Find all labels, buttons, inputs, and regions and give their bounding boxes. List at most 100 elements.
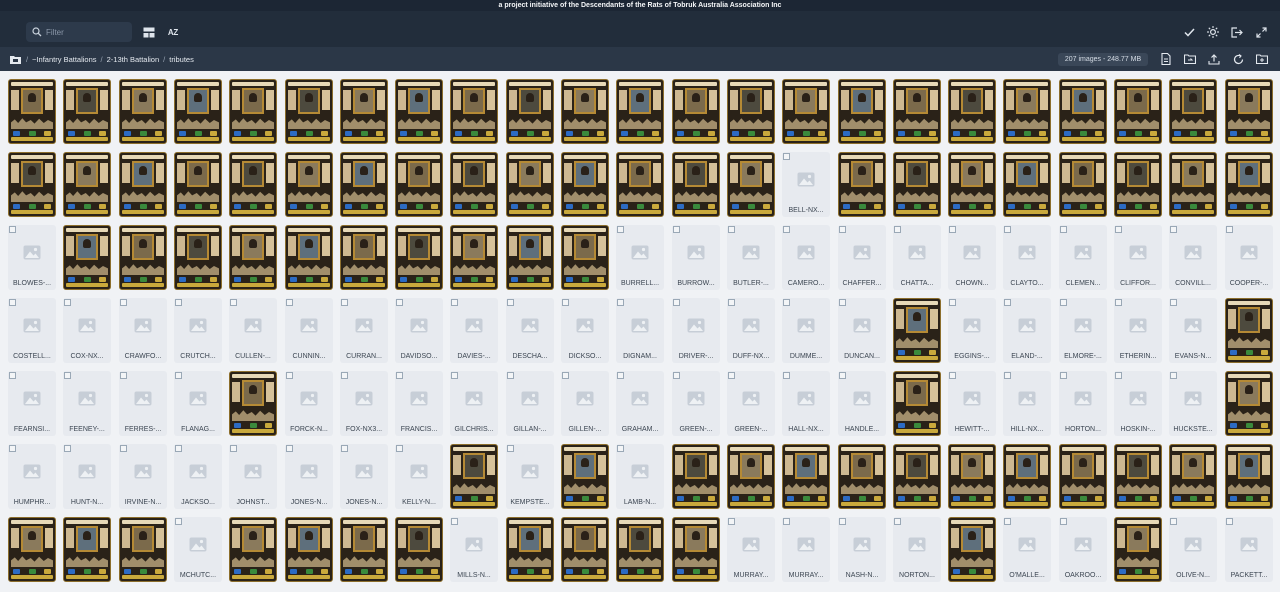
image-placeholder[interactable]: ELMORE-... xyxy=(1059,298,1107,363)
image-placeholder[interactable]: EVANS-N... xyxy=(1169,298,1217,363)
tribute-thumbnail[interactable] xyxy=(506,79,554,144)
image-placeholder[interactable]: CLIFFOR... xyxy=(1114,225,1162,290)
logout-button[interactable] xyxy=(1229,24,1245,40)
tribute-thumbnail[interactable] xyxy=(948,517,996,582)
image-placeholder[interactable]: FEENEY-... xyxy=(63,371,111,436)
tribute-thumbnail[interactable] xyxy=(119,225,167,290)
tribute-thumbnail[interactable] xyxy=(63,517,111,582)
tribute-thumbnail[interactable] xyxy=(893,444,941,509)
tribute-thumbnail[interactable] xyxy=(63,79,111,144)
image-placeholder[interactable]: HUMPHR... xyxy=(8,444,56,509)
image-placeholder[interactable]: MURRAY... xyxy=(782,517,830,582)
tribute-thumbnail[interactable] xyxy=(285,79,333,144)
image-placeholder[interactable]: FRANCIS... xyxy=(395,371,443,436)
tribute-thumbnail[interactable] xyxy=(1114,79,1162,144)
tribute-thumbnail[interactable] xyxy=(672,152,720,217)
tribute-thumbnail[interactable] xyxy=(1059,444,1107,509)
filter-input[interactable] xyxy=(46,22,130,42)
tribute-thumbnail[interactable] xyxy=(893,152,941,217)
tribute-thumbnail[interactable] xyxy=(506,517,554,582)
tribute-thumbnail[interactable] xyxy=(119,152,167,217)
tribute-thumbnail[interactable] xyxy=(893,79,941,144)
image-placeholder[interactable]: HEWITT-... xyxy=(948,371,996,436)
tribute-thumbnail[interactable] xyxy=(1003,152,1051,217)
sort-az-button[interactable]: AZ xyxy=(165,24,181,40)
image-placeholder[interactable]: MILLS-N... xyxy=(450,517,498,582)
breadcrumb-tributes[interactable]: tributes xyxy=(169,55,194,64)
image-placeholder[interactable]: JONES-N... xyxy=(285,444,333,509)
tribute-thumbnail[interactable] xyxy=(340,79,388,144)
image-placeholder[interactable]: COOPER-... xyxy=(1225,225,1273,290)
image-placeholder[interactable]: CHOWN... xyxy=(948,225,996,290)
tribute-thumbnail[interactable] xyxy=(727,79,775,144)
image-placeholder[interactable]: HUCKSTE... xyxy=(1169,371,1217,436)
tribute-thumbnail[interactable] xyxy=(1225,79,1273,144)
tribute-thumbnail[interactable] xyxy=(174,79,222,144)
tribute-thumbnail[interactable] xyxy=(8,79,56,144)
tribute-thumbnail[interactable] xyxy=(616,152,664,217)
breadcrumb-2-13th-battalion[interactable]: 2-13th Battalion xyxy=(107,55,160,64)
image-placeholder[interactable]: CUNNIN... xyxy=(285,298,333,363)
image-placeholder[interactable]: GREEN-... xyxy=(672,371,720,436)
image-placeholder[interactable]: FORCK-N... xyxy=(285,371,333,436)
tribute-thumbnail[interactable] xyxy=(838,79,886,144)
image-placeholder[interactable]: CLEMEN... xyxy=(1059,225,1107,290)
tribute-thumbnail[interactable] xyxy=(450,444,498,509)
tribute-thumbnail[interactable] xyxy=(119,517,167,582)
tribute-thumbnail[interactable] xyxy=(285,517,333,582)
image-placeholder[interactable]: IRVINE-N... xyxy=(119,444,167,509)
tribute-thumbnail[interactable] xyxy=(1059,79,1107,144)
tribute-thumbnail[interactable] xyxy=(561,444,609,509)
tribute-thumbnail[interactable] xyxy=(1003,79,1051,144)
image-placeholder[interactable]: MCHUTC... xyxy=(174,517,222,582)
image-placeholder[interactable]: CHATTA... xyxy=(893,225,941,290)
tribute-thumbnail[interactable] xyxy=(395,79,443,144)
layout-button[interactable] xyxy=(141,24,157,40)
image-placeholder[interactable]: DUMME... xyxy=(782,298,830,363)
image-placeholder[interactable]: EGGINS-... xyxy=(948,298,996,363)
upload-button[interactable] xyxy=(1206,51,1222,67)
tribute-thumbnail[interactable] xyxy=(1114,444,1162,509)
image-placeholder[interactable]: DIGNAM... xyxy=(616,298,664,363)
tribute-thumbnail[interactable] xyxy=(395,152,443,217)
image-placeholder[interactable]: JACKSO... xyxy=(174,444,222,509)
image-placeholder[interactable]: CRUTCH... xyxy=(174,298,222,363)
tribute-thumbnail[interactable] xyxy=(616,517,664,582)
image-placeholder[interactable]: NORTON... xyxy=(893,517,941,582)
image-placeholder[interactable]: JONES-N... xyxy=(340,444,388,509)
tribute-thumbnail[interactable] xyxy=(948,152,996,217)
tribute-thumbnail[interactable] xyxy=(727,152,775,217)
folder-home-button[interactable] xyxy=(9,54,22,65)
theme-button[interactable] xyxy=(1205,24,1221,40)
tribute-thumbnail[interactable] xyxy=(782,444,830,509)
image-placeholder[interactable]: CURRAN... xyxy=(340,298,388,363)
image-placeholder[interactable]: HUNT-N... xyxy=(63,444,111,509)
image-placeholder[interactable]: KEMPSTE... xyxy=(506,444,554,509)
image-placeholder[interactable]: CRAWFO... xyxy=(119,298,167,363)
image-placeholder[interactable]: DAVIES-... xyxy=(450,298,498,363)
image-placeholder[interactable]: HALL-NX... xyxy=(782,371,830,436)
image-placeholder[interactable]: DICKSO... xyxy=(561,298,609,363)
tribute-thumbnail[interactable] xyxy=(229,517,277,582)
image-placeholder[interactable]: FLANAG... xyxy=(174,371,222,436)
tribute-thumbnail[interactable] xyxy=(229,225,277,290)
tribute-thumbnail[interactable] xyxy=(561,517,609,582)
tribute-thumbnail[interactable] xyxy=(1169,79,1217,144)
image-placeholder[interactable]: ELAND-... xyxy=(1003,298,1051,363)
tribute-thumbnail[interactable] xyxy=(119,79,167,144)
image-placeholder[interactable]: LAMB-N... xyxy=(616,444,664,509)
image-placeholder[interactable]: FEARNSI... xyxy=(8,371,56,436)
tribute-thumbnail[interactable] xyxy=(948,79,996,144)
tribute-thumbnail[interactable] xyxy=(340,152,388,217)
image-placeholder[interactable]: BUTLER-... xyxy=(727,225,775,290)
tribute-thumbnail[interactable] xyxy=(229,152,277,217)
image-placeholder[interactable]: CLAYTO... xyxy=(1003,225,1051,290)
tribute-thumbnail[interactable] xyxy=(1169,444,1217,509)
tribute-thumbnail[interactable] xyxy=(672,79,720,144)
image-placeholder[interactable]: ETHERIN... xyxy=(1114,298,1162,363)
tribute-thumbnail[interactable] xyxy=(229,79,277,144)
image-placeholder[interactable]: DUFF-NX... xyxy=(727,298,775,363)
image-placeholder[interactable]: HORTON... xyxy=(1059,371,1107,436)
tribute-thumbnail[interactable] xyxy=(1225,371,1273,436)
tribute-thumbnail[interactable] xyxy=(1114,517,1162,582)
